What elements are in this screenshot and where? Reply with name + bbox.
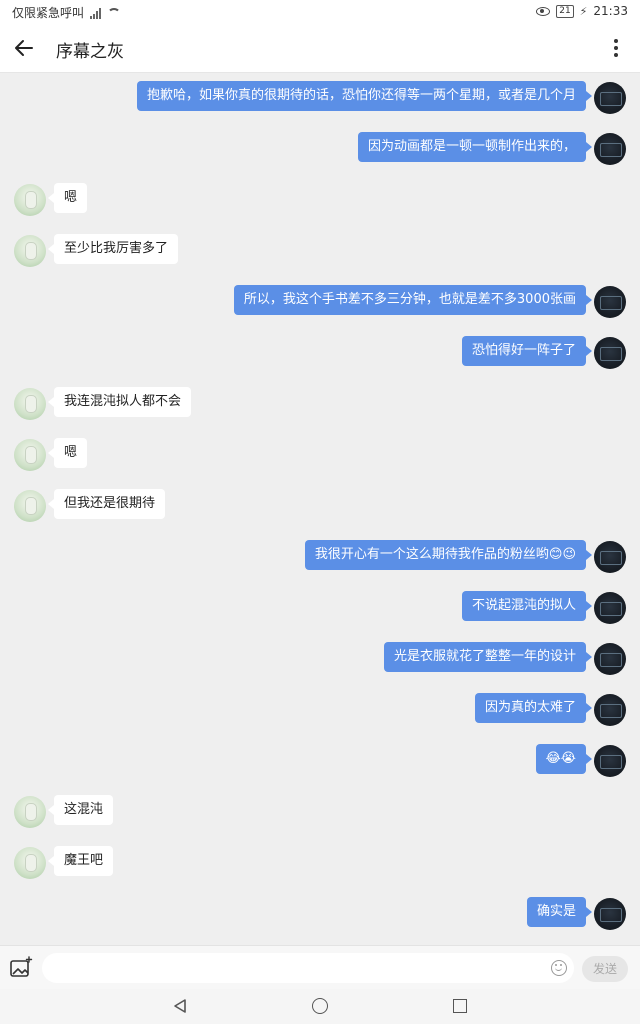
message-row-incoming: 这混沌 [0,794,640,830]
message-row-outgoing: 因为真的太难了 [0,692,640,728]
avatar[interactable] [14,439,46,471]
title-bar: 序幕之灰 [0,24,640,73]
message-row-outgoing: 因为动画都是一顿一顿制作出来的， [0,131,640,167]
message-bubble[interactable]: 但我还是很期待 [47,489,166,519]
signal-icon [90,7,102,19]
chat-title: 序幕之灰 [56,42,124,62]
circle-home-icon[interactable] [312,998,328,1014]
battery-level: 21 [556,4,574,18]
message-bubble[interactable]: 所以，我这个手书差不多三分钟，也就是差不多3000张画 [233,285,593,315]
carrier-text: 仅限紧急呼叫 [12,6,85,20]
message-bubble[interactable]: 因为真的太难了 [474,693,593,723]
system-nav-bar [0,989,640,1024]
status-bar: 仅限紧急呼叫 21 ⚡ 21:33 [0,0,640,24]
avatar[interactable] [594,133,626,165]
message-bubble[interactable]: 恐怕得好一阵子了 [461,336,593,366]
message-row-incoming: 至少比我厉害多了 [0,233,640,269]
message-row-outgoing: 确实是 [0,896,640,932]
message-bubble[interactable]: 抱歉哈，如果你真的很期待的话，恐怕你还得等一两个星期，或者是几个月 [136,81,593,111]
avatar[interactable] [594,337,626,369]
avatar[interactable] [594,592,626,624]
avatar[interactable] [594,745,626,777]
message-bubble[interactable]: 嗯 [47,438,88,468]
arrow-left-icon [15,40,33,56]
status-right: 21 ⚡ 21:33 [536,4,628,18]
message-row-incoming: 魔王吧 [0,845,640,881]
avatar[interactable] [594,898,626,930]
clock: 21:33 [593,4,628,18]
avatar[interactable] [14,184,46,216]
message-bubble[interactable]: 嗯 [47,183,88,213]
avatar[interactable] [14,490,46,522]
message-bubble[interactable]: 魔王吧 [47,846,114,876]
avatar[interactable] [594,643,626,675]
charging-icon: ⚡ [579,4,588,18]
avatar[interactable] [594,82,626,114]
send-button[interactable]: 发送 [582,956,628,982]
message-row-incoming: 但我还是很期待 [0,488,640,524]
message-bubble[interactable]: 确实是 [526,897,593,927]
avatar[interactable] [14,388,46,420]
message-bubble[interactable]: 因为动画都是一顿一顿制作出来的， [357,132,593,162]
message-row-outgoing: 我很开心有一个这么期待我作品的粉丝哟😊😉 [0,539,640,575]
avatar[interactable] [14,796,46,828]
message-list[interactable]: 抱歉哈，如果你真的很期待的话，恐怕你还得等一两个星期，或者是几个月 因为动画都是… [0,73,640,945]
avatar[interactable] [594,541,626,573]
back-button[interactable] [12,36,36,60]
message-input[interactable] [42,953,574,983]
message-bubble[interactable]: 不说起混沌的拟人 [461,591,593,621]
triangle-back-icon [174,999,186,1013]
message-row-incoming: 嗯 [0,437,640,473]
square-recent-icon[interactable] [453,999,467,1013]
avatar[interactable] [14,847,46,879]
message-bubble[interactable]: 😂😭 [535,744,593,774]
message-row-outgoing: 光是衣服就花了整整一年的设计 [0,641,640,677]
image-sparkle-icon [10,956,33,977]
message-row-incoming: 嗯 [0,182,640,218]
avatar[interactable] [14,235,46,267]
composer-bar: 发送 [0,945,640,990]
message-bubble[interactable]: 我很开心有一个这么期待我作品的粉丝哟😊😉 [304,540,593,570]
message-row-outgoing: 抱歉哈，如果你真的很期待的话，恐怕你还得等一两个星期，或者是几个月 [0,80,640,116]
more-options-button[interactable] [604,36,628,60]
more-vertical-icon [614,39,618,43]
message-bubble[interactable]: 至少比我厉害多了 [47,234,179,264]
message-row-outgoing: 恐怕得好一阵子了 [0,335,640,371]
image-picker-button[interactable] [8,955,34,981]
message-bubble[interactable]: 我连混沌拟人都不会 [47,387,192,417]
avatar[interactable] [594,694,626,726]
smiley-icon[interactable] [551,960,567,976]
message-row-outgoing: 不说起混沌的拟人 [0,590,640,626]
avatar[interactable] [594,286,626,318]
nav-back-button[interactable] [172,998,188,1014]
message-bubble[interactable]: 光是衣服就花了整整一年的设计 [383,642,593,672]
wifi-icon [107,8,121,18]
message-bubble[interactable]: 这混沌 [47,795,114,825]
eye-comfort-icon [536,6,551,16]
status-left: 仅限紧急呼叫 [12,4,121,21]
message-row-incoming: 我连混沌拟人都不会 [0,386,640,422]
message-row-outgoing: 😂😭 [0,743,640,779]
message-row-outgoing: 所以，我这个手书差不多三分钟，也就是差不多3000张画 [0,284,640,320]
